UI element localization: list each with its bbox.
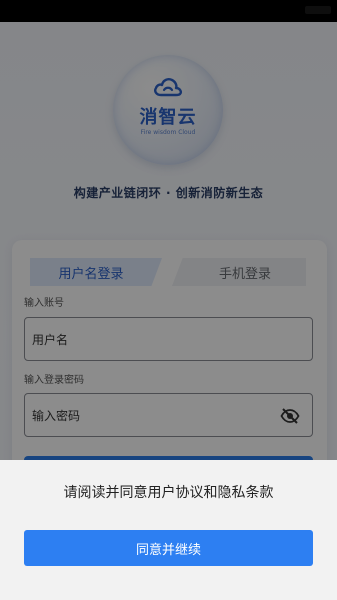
agree-continue-button[interactable]: 同意并继续: [24, 530, 313, 566]
consent-message: 请阅读并同意用户协议和隐私条款: [63, 485, 274, 501]
consent-sheet: 请阅读并同意用户协议和隐私条款 同意并继续: [0, 460, 337, 600]
login-screen: 消智云 Fire wisdom Cloud 构建产业链闭环 · 创新消防新生态 …: [0, 0, 337, 600]
